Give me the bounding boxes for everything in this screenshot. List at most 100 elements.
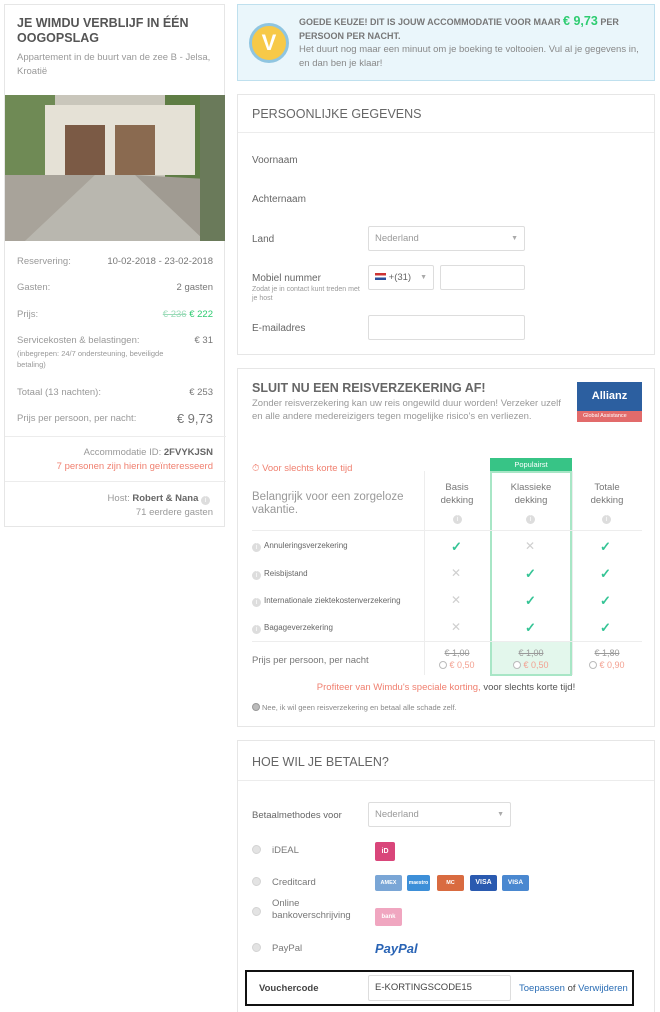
service-note: (inbegrepen: 24/7 ondersteuning, beveili…	[17, 349, 164, 369]
host-guests: 71 eerdere gasten	[135, 507, 213, 518]
plan-header-basis: Basis dekking	[440, 482, 474, 506]
divider	[252, 641, 642, 642]
guests-row: Gasten: 2 gasten	[17, 282, 213, 293]
visa-logo-icon: VISA	[470, 875, 497, 891]
info-icon[interactable]: i	[201, 496, 210, 505]
methods-label: Betaalmethodes voor	[252, 810, 342, 821]
coverage-row-label: i Internationale ziektekostenverzekering	[252, 596, 401, 607]
creditcard-label: Creditcard	[272, 877, 316, 888]
country-select[interactable]: Nederland ▼	[368, 226, 525, 251]
plan-header-totaal: Totale dekking	[590, 482, 624, 506]
service-row: Servicekosten & belastingen: € 31	[17, 335, 213, 346]
price-new: € 222	[189, 309, 213, 320]
visa-electron-logo-icon: VISA	[502, 875, 529, 891]
clock-icon: ⏱	[252, 463, 260, 474]
chevron-down-icon: ▼	[511, 235, 518, 242]
plan-radio[interactable]	[513, 661, 522, 669]
info-icon[interactable]: i	[252, 598, 261, 607]
divider	[424, 471, 425, 675]
section-title: HOE WIL JE BETALEN?	[252, 755, 389, 769]
plan-radio[interactable]	[439, 661, 448, 669]
personal-details-card: PERSOONLIJKE GEGEVENS Voornaam Achternaa…	[237, 94, 655, 355]
info-icon[interactable]: i	[526, 515, 535, 524]
price-row: Prijs: € 236 € 222	[17, 309, 213, 320]
voucher-input[interactable]: E-KORTINGSCODE15	[368, 975, 511, 1001]
dial-code-select[interactable]: +(31) ▼	[368, 265, 434, 290]
plan-header-klassiek: Klassieke dekking	[510, 482, 552, 506]
popular-badge: Populairst	[490, 458, 572, 471]
voucher-actions: Toepassen of Verwijderen	[519, 983, 628, 994]
email-input[interactable]	[368, 315, 525, 340]
interest-text: 7 personen zijn hierin geïnteresseerd	[56, 461, 213, 472]
mobile-label: Mobiel nummer	[252, 273, 321, 284]
info-icon[interactable]: i	[252, 543, 261, 552]
apply-voucher-link[interactable]: Toepassen	[519, 983, 565, 994]
coverage-row-label: i Annuleringsverzekering	[252, 541, 348, 552]
mobile-hint: Zodat je in contact kunt treden met je h…	[252, 286, 360, 302]
voucher-row: Vouchercode E-KORTINGSCODE15 Toepassen o…	[245, 970, 634, 1006]
info-icon[interactable]: i	[252, 571, 261, 580]
bank-transfer-radio[interactable]	[252, 907, 261, 916]
cross-icon: ✕	[451, 566, 462, 580]
total-value: € 253	[189, 387, 213, 398]
amex-logo-icon: AMEX	[375, 875, 402, 891]
coverage-row-label: i Bagageverzekering	[252, 623, 333, 634]
country-label: Land	[252, 234, 275, 245]
insurance-description: Zonder reisverzekering kan uw reis ongew…	[252, 398, 561, 422]
divider	[5, 481, 226, 482]
guests-value: 2 gasten	[176, 282, 213, 293]
pppn-row: Prijs per persoon, per nacht: € 9,73	[17, 411, 213, 426]
reservation-dates: 10-02-2018 - 23-02-2018	[107, 256, 213, 267]
paypal-radio[interactable]	[252, 943, 261, 952]
deal-banner: V GOEDE KEUZE! DIT IS JOUW ACCOMMODATIE …	[237, 4, 655, 81]
paypal-label: PayPal	[272, 943, 303, 954]
bank-transfer-label: Online bankoverschrijving	[272, 898, 351, 921]
service-value: € 31	[194, 335, 214, 346]
plan-price-klassiek[interactable]: € 1,00 € 0,50	[502, 647, 560, 671]
ideal-label: iDEAL	[272, 845, 299, 856]
divider	[252, 530, 642, 531]
cross-icon: ✕	[451, 620, 462, 634]
chevron-down-icon: ▼	[497, 811, 504, 818]
host-name: Robert & Nana	[132, 493, 199, 504]
info-icon[interactable]: i	[602, 515, 611, 524]
reservation-row: Reservering: 10-02-2018 - 23-02-2018	[17, 256, 213, 267]
check-icon: ✓	[525, 620, 536, 635]
divider	[238, 132, 654, 133]
plan-price-basis[interactable]: € 1,00 € 0,50	[432, 647, 482, 671]
check-icon: ✓	[525, 566, 536, 581]
check-badge-icon: V	[249, 23, 289, 63]
mastercard-logo-icon: MC	[437, 875, 464, 891]
decline-option[interactable]: Nee, ik wil geen reisverzekering en beta…	[252, 703, 457, 712]
timer-text: ⏱ Voor slechts korte tijd	[252, 463, 353, 474]
check-icon: ✓	[600, 539, 611, 554]
email-label: E-mailadres	[252, 323, 306, 334]
payment-country-select[interactable]: Nederland ▼	[368, 802, 511, 827]
booking-summary: JE WIMDU VERBLIJF IN ÉÉN OOGOPSLAG Appar…	[4, 4, 226, 527]
divider	[572, 471, 573, 675]
check-icon: ✓	[600, 593, 611, 608]
remove-voucher-link[interactable]: Verwijderen	[578, 983, 628, 994]
decline-radio[interactable]	[252, 703, 260, 711]
total-row: Totaal (13 nachten): € 253	[17, 387, 213, 398]
voucher-label: Vouchercode	[259, 983, 319, 994]
coverage-row-label: i Reisbijstand	[252, 569, 308, 580]
mobile-input[interactable]	[440, 265, 525, 290]
price-row-label: Prijs per persoon, per nacht	[252, 655, 369, 666]
summary-title: JE WIMDU VERBLIJF IN ÉÉN OOGOPSLAG	[17, 16, 189, 45]
plan-radio[interactable]	[589, 661, 598, 669]
creditcard-radio[interactable]	[252, 877, 261, 886]
check-icon: ✓	[600, 620, 611, 635]
accommodation-photo	[5, 95, 225, 241]
flag-nl-icon	[375, 273, 386, 280]
ideal-radio[interactable]	[252, 845, 261, 854]
info-icon[interactable]: i	[252, 625, 261, 634]
info-icon[interactable]: i	[453, 515, 462, 524]
plan-price-totaal[interactable]: € 1,80 € 0,90	[582, 647, 632, 671]
divider	[238, 780, 654, 781]
allianz-logo: Allianz Global Assistance	[577, 382, 642, 422]
lastname-label: Achternaam	[252, 194, 306, 205]
ideal-logo-icon: iD	[375, 842, 395, 861]
chevron-down-icon: ▼	[420, 274, 427, 281]
check-icon: ✓	[451, 539, 462, 554]
